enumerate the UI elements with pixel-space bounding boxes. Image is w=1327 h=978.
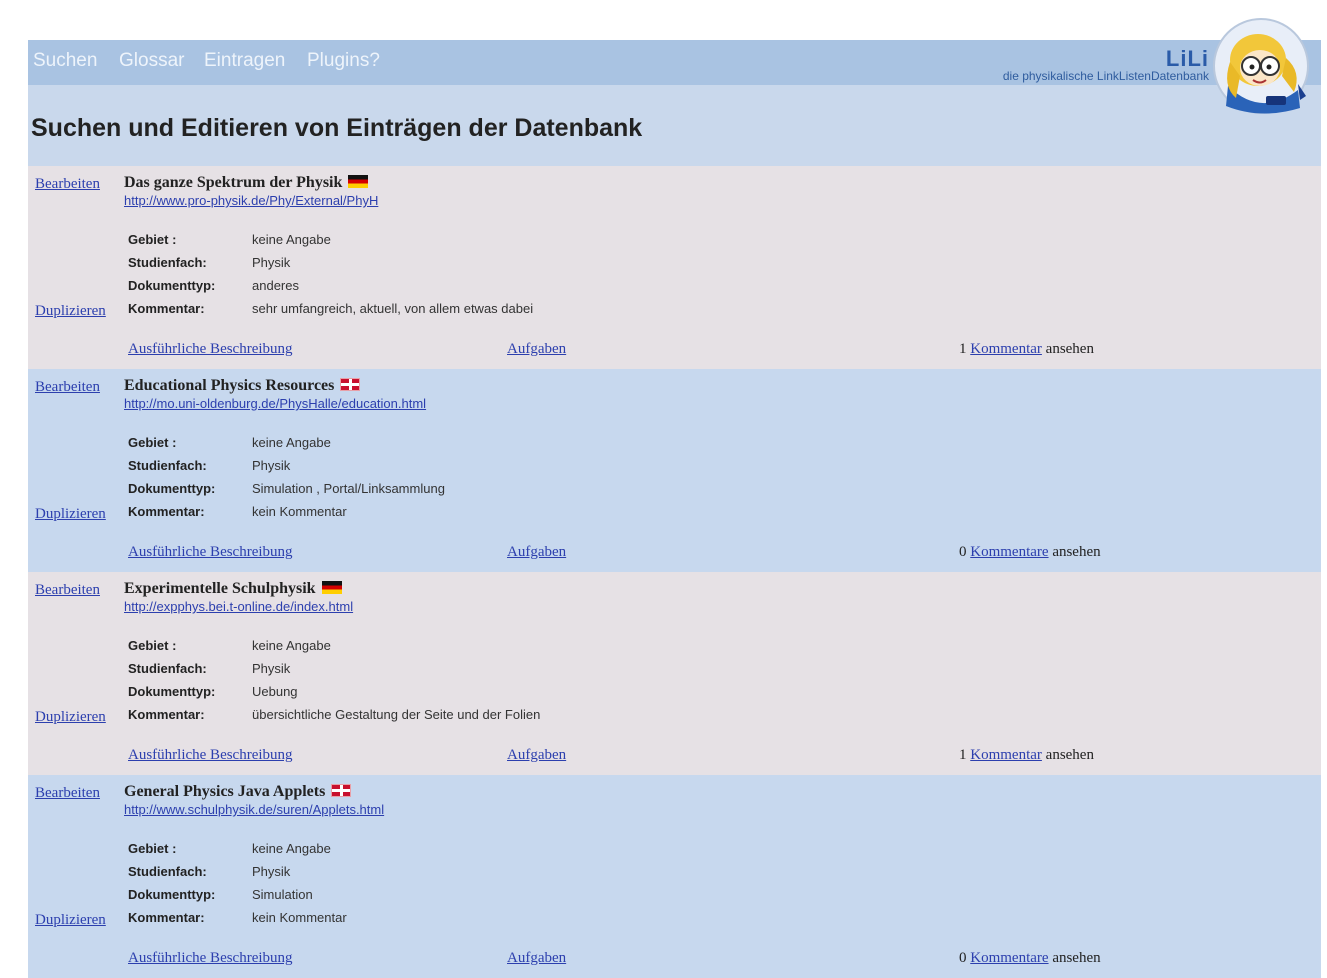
comment-count: 1 Kommentar ansehen	[959, 747, 1094, 764]
entry-url-link[interactable]: http://expphys.bei.t-online.de/index.htm…	[124, 599, 353, 614]
uk-flag-icon	[340, 378, 361, 391]
gebiet-value: keine Angabe	[252, 638, 331, 653]
comment-view-text: ansehen	[1045, 747, 1094, 763]
comment-count-number: 1	[959, 747, 967, 763]
dokumenttyp-value: Simulation , Portal/Linksammlung	[252, 481, 445, 496]
entry-title: Educational Physics Resources	[124, 377, 361, 395]
detail-description-link[interactable]: Ausführliche Beschreibung	[128, 747, 293, 764]
tasks-link[interactable]: Aufgaben	[507, 747, 566, 764]
kommentar-value: übersichtliche Gestaltung der Seite und …	[252, 707, 541, 722]
studienfach-label: Studienfach:	[128, 661, 207, 676]
studienfach-value: Physik	[252, 661, 291, 676]
kommentar-value: sehr umfangreich, aktuell, von allem etw…	[252, 301, 534, 316]
dokumenttyp-label: Dokumenttyp:	[128, 887, 216, 902]
gebiet-value: keine Angabe	[252, 841, 331, 856]
nav-eintragen[interactable]: Eintragen	[204, 50, 285, 72]
kommentar-label: Kommentar:	[128, 707, 205, 722]
duplicate-link[interactable]: Duplizieren	[35, 303, 106, 320]
edit-link[interactable]: Bearbeiten	[35, 176, 100, 193]
page-title: Suchen und Editieren von Einträgen der D…	[31, 114, 643, 142]
comments-link[interactable]: Kommentar	[970, 747, 1042, 763]
comment-count-number: 0	[959, 544, 967, 560]
gebiet-label: Gebiet :	[128, 638, 177, 653]
detail-description-link[interactable]: Ausführliche Beschreibung	[128, 341, 293, 358]
page-frame: Suchen Glossar Eintragen Plugins? LiLi d…	[28, 40, 1321, 978]
edit-link[interactable]: Bearbeiten	[35, 785, 100, 802]
dokumenttyp-label: Dokumenttyp:	[128, 684, 216, 699]
kommentar-label: Kommentar:	[128, 910, 205, 925]
brand: LiLi die physikalische LinkListenDatenba…	[1003, 46, 1209, 83]
gebiet-label: Gebiet :	[128, 841, 177, 856]
tasks-link[interactable]: Aufgaben	[507, 544, 566, 561]
top-navigation: Suchen Glossar Eintragen Plugins? LiLi d…	[28, 40, 1321, 85]
entry-row: Bearbeiten Educational Physics Resources…	[28, 369, 1321, 572]
comments-link[interactable]: Kommentare	[970, 950, 1048, 966]
entry-url-link[interactable]: http://www.pro-physik.de/Phy/External/Ph…	[124, 193, 378, 208]
comment-count: 0 Kommentare ansehen	[959, 544, 1101, 561]
tasks-link[interactable]: Aufgaben	[507, 341, 566, 358]
nav-plugins[interactable]: Plugins?	[307, 50, 380, 72]
tasks-link[interactable]: Aufgaben	[507, 950, 566, 967]
dokumenttyp-value: Uebung	[252, 684, 298, 699]
dokumenttyp-label: Dokumenttyp:	[128, 481, 216, 496]
comment-count: 0 Kommentare ansehen	[959, 950, 1101, 967]
studienfach-label: Studienfach:	[128, 458, 207, 473]
edit-link[interactable]: Bearbeiten	[35, 582, 100, 599]
german-flag-icon	[321, 581, 342, 594]
uk-flag-icon	[331, 784, 352, 797]
kommentar-label: Kommentar:	[128, 301, 205, 316]
entry-title: General Physics Java Applets	[124, 783, 352, 801]
dokumenttyp-value: anderes	[252, 278, 299, 293]
entry-row: Bearbeiten Experimentelle Schulphysik ht…	[28, 572, 1321, 775]
gebiet-label: Gebiet :	[128, 435, 177, 450]
comment-view-text: ansehen	[1045, 341, 1094, 357]
kommentar-value: kein Kommentar	[252, 504, 347, 519]
comment-count: 1 Kommentar ansehen	[959, 341, 1094, 358]
gebiet-value: keine Angabe	[252, 435, 331, 450]
studienfach-value: Physik	[252, 255, 291, 270]
comment-view-text: ansehen	[1052, 950, 1101, 966]
studienfach-label: Studienfach:	[128, 864, 207, 879]
duplicate-link[interactable]: Duplizieren	[35, 709, 106, 726]
entry-row: Bearbeiten Das ganze Spektrum der Physik…	[28, 166, 1321, 369]
kommentar-label: Kommentar:	[128, 504, 205, 519]
german-flag-icon	[348, 175, 369, 188]
entry-title: Das ganze Spektrum der Physik	[124, 174, 369, 192]
studienfach-label: Studienfach:	[128, 255, 207, 270]
comment-view-text: ansehen	[1052, 544, 1101, 560]
detail-description-link[interactable]: Ausführliche Beschreibung	[128, 950, 293, 967]
nav-suchen[interactable]: Suchen	[33, 50, 97, 72]
entry-title-text: Das ganze Spektrum der Physik	[124, 174, 343, 191]
comment-count-number: 0	[959, 950, 967, 966]
nav-glossar[interactable]: Glossar	[119, 50, 184, 72]
mascot-logo-icon	[1213, 18, 1309, 114]
edit-link[interactable]: Bearbeiten	[35, 379, 100, 396]
kommentar-value: kein Kommentar	[252, 910, 347, 925]
entry-title-text: Experimentelle Schulphysik	[124, 580, 316, 597]
entry-title-text: General Physics Java Applets	[124, 783, 326, 800]
duplicate-link[interactable]: Duplizieren	[35, 912, 106, 929]
entry-url-link[interactable]: http://www.schulphysik.de/suren/Applets.…	[124, 802, 384, 817]
entry-url-link[interactable]: http://mo.uni-oldenburg.de/PhysHalle/edu…	[124, 396, 426, 411]
gebiet-label: Gebiet :	[128, 232, 177, 247]
comment-count-number: 1	[959, 341, 967, 357]
entry-row: Bearbeiten General Physics Java Applets …	[28, 775, 1321, 978]
comments-link[interactable]: Kommentare	[970, 544, 1048, 560]
entry-title-text: Educational Physics Resources	[124, 377, 335, 394]
dokumenttyp-label: Dokumenttyp:	[128, 278, 216, 293]
studienfach-value: Physik	[252, 458, 291, 473]
gebiet-value: keine Angabe	[252, 232, 331, 247]
brand-subtitle: die physikalische LinkListenDatenbank	[1002, 69, 1209, 83]
entry-title: Experimentelle Schulphysik	[124, 580, 342, 598]
dokumenttyp-value: Simulation	[252, 887, 313, 902]
studienfach-value: Physik	[252, 864, 291, 879]
duplicate-link[interactable]: Duplizieren	[35, 506, 106, 523]
detail-description-link[interactable]: Ausführliche Beschreibung	[128, 544, 293, 561]
comments-link[interactable]: Kommentar	[970, 341, 1042, 357]
